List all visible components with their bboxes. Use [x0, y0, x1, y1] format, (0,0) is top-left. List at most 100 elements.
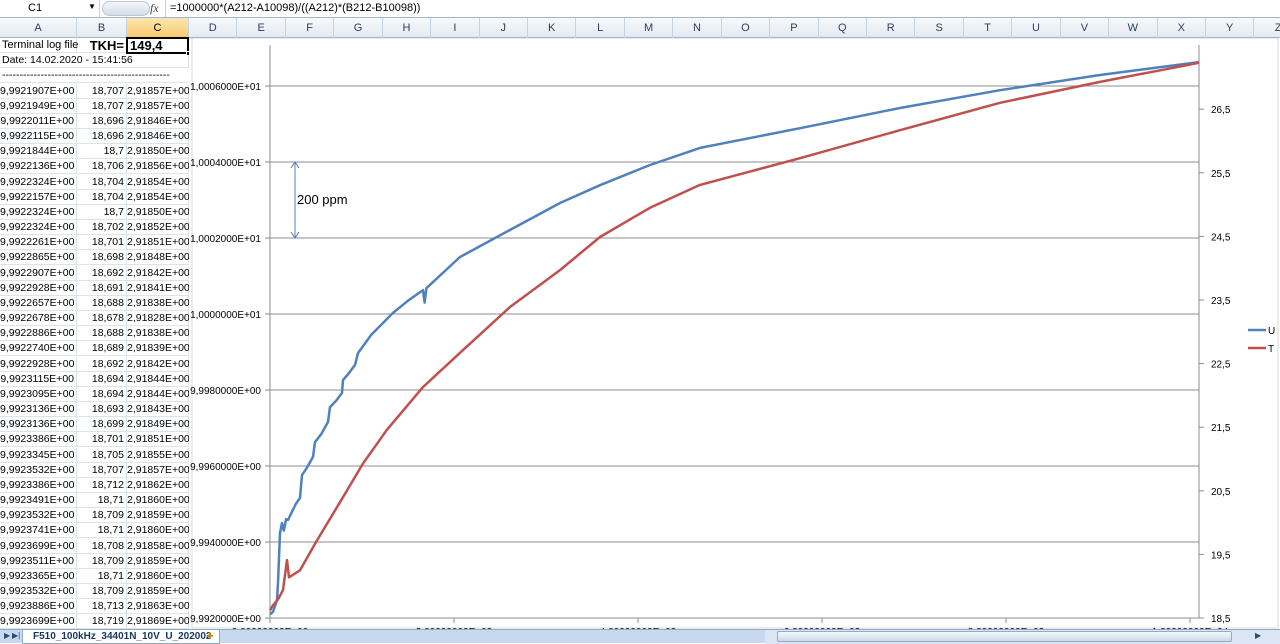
cell-c-value[interactable]: 2,91857E+00 — [127, 98, 190, 114]
cell-u-value[interactable]: 9,9921949E+00 — [0, 98, 77, 114]
column-header-j[interactable]: J — [480, 18, 528, 38]
cell-u-value[interactable]: 9,9923699E+00 — [0, 614, 77, 630]
cell-u-value[interactable]: 9,9922324E+00 — [0, 204, 77, 220]
cell-t-value[interactable]: 18,71 — [77, 523, 127, 539]
cell-c-value[interactable]: 2,91858E+00 — [127, 538, 190, 554]
cell-t-value[interactable]: 18,7 — [77, 204, 127, 220]
cell-u-value[interactable]: 9,9923886E+00 — [0, 599, 77, 615]
cell-c-value[interactable]: 2,91852E+00 — [127, 220, 190, 236]
column-header-c[interactable]: C — [127, 18, 189, 38]
cell-c-value[interactable]: 2,91844E+00 — [127, 371, 190, 387]
cell-u-value[interactable]: 9,9922157E+00 — [0, 189, 77, 205]
cell-c-value[interactable]: 2,91857E+00 — [127, 462, 190, 478]
cell-c-value[interactable]: 2,91859E+00 — [127, 584, 190, 600]
cell-t-value[interactable]: 18,704 — [77, 189, 127, 205]
column-header-y[interactable]: Y — [1206, 18, 1255, 38]
cell-u-value[interactable]: 9,9923136E+00 — [0, 417, 77, 433]
column-header-v[interactable]: V — [1061, 18, 1110, 38]
cell-u-value[interactable]: 9,9923532E+00 — [0, 584, 77, 600]
cell-t-value[interactable]: 18,688 — [77, 295, 127, 311]
cell-c-value[interactable]: 2,91849E+00 — [127, 417, 190, 433]
cell-t-value[interactable]: 18,705 — [77, 447, 127, 463]
cell-u-value[interactable]: 9,9923511E+00 — [0, 553, 77, 569]
cell-t-value[interactable]: 18,688 — [77, 326, 127, 342]
cell-c-value[interactable]: 2,91842E+00 — [127, 265, 190, 281]
column-header-w[interactable]: W — [1109, 18, 1158, 38]
cell-c-value[interactable]: 2,91828E+00 — [127, 311, 190, 327]
name-box[interactable]: C1 ▼ — [0, 0, 100, 17]
cell-c-value[interactable]: 2,91843E+00 — [127, 402, 190, 418]
cell-c-value[interactable]: 2,91839E+00 — [127, 341, 190, 357]
cell-c-value[interactable]: 2,91846E+00 — [127, 113, 190, 129]
cell-u-value[interactable]: 9,9922324E+00 — [0, 220, 77, 236]
cell-t-value[interactable]: 18,701 — [77, 235, 127, 251]
cell-u-value[interactable]: 9,9922907E+00 — [0, 265, 77, 281]
chevron-down-icon[interactable]: ▼ — [88, 2, 96, 11]
column-header-k[interactable]: K — [528, 18, 577, 38]
cell-c-value[interactable]: 2,91850E+00 — [127, 204, 190, 220]
column-header-g[interactable]: G — [334, 18, 383, 38]
cell-t-value[interactable]: 18,702 — [77, 220, 127, 236]
cell-t-value[interactable]: 18,691 — [77, 280, 127, 296]
column-header-n[interactable]: N — [673, 18, 722, 38]
cell-c-value[interactable]: 2,91848E+00 — [127, 250, 190, 266]
cell-t-value[interactable]: 18,698 — [77, 250, 127, 266]
column-header-d[interactable]: D — [189, 18, 238, 38]
cell-u-value[interactable]: 9,9923491E+00 — [0, 493, 77, 509]
chart[interactable]: 9,9920000E+00 9,9940000E+00 9,9960000E+00 9… — [189, 38, 1280, 629]
cell-t-value[interactable]: 18,706 — [77, 159, 127, 175]
column-header-s[interactable]: S — [915, 18, 964, 38]
formula-input[interactable]: =1000000*(A212-A10098)/((A212)*(B212-B10… — [165, 0, 1280, 17]
cell-a2[interactable]: Date: 14.02.2020 - 15:41:56 — [0, 53, 133, 68]
column-header-m[interactable]: M — [625, 18, 674, 38]
cell-c-value[interactable]: 2,91854E+00 — [127, 174, 190, 190]
cell-c-value[interactable]: 2,91855E+00 — [127, 447, 190, 463]
scrollbar-thumb[interactable] — [777, 631, 1232, 642]
cell-u-value[interactable]: 9,9923532E+00 — [0, 508, 77, 524]
cell-t-value[interactable]: 18,708 — [77, 538, 127, 554]
cell-t-value[interactable]: 18,692 — [77, 356, 127, 372]
cell-u-value[interactable]: 9,9921907E+00 — [0, 83, 77, 99]
column-header-z[interactable]: Z — [1254, 18, 1280, 38]
column-header-q[interactable]: Q — [819, 18, 867, 38]
cell-u-value[interactable]: 9,9922324E+00 — [0, 174, 77, 190]
cell-b2[interactable] — [77, 53, 127, 68]
cell-c-value[interactable]: 2,91863E+00 — [127, 599, 190, 615]
insert-sheet-icon[interactable]: ✚ — [206, 631, 222, 643]
cell-a1[interactable]: Terminal log file — [0, 38, 78, 53]
cell-t-value[interactable]: 18,707 — [77, 83, 127, 99]
cell-u-value[interactable]: 9,9922115E+00 — [0, 129, 77, 145]
cell-c-value[interactable]: 2,91869E+00 — [127, 614, 190, 630]
cell-t-value[interactable]: 18,719 — [77, 614, 127, 630]
cell-u-value[interactable]: 9,9922261E+00 — [0, 235, 77, 251]
cell-t-value[interactable]: 18,678 — [77, 311, 127, 327]
cell-u-value[interactable]: 9,9923345E+00 — [0, 447, 77, 463]
cell-b1[interactable]: TKH= — [77, 38, 127, 53]
cell-t-value[interactable]: 18,71 — [77, 568, 127, 584]
active-cell-c1[interactable] — [126, 37, 191, 56]
cell-t-value[interactable]: 18,689 — [77, 341, 127, 357]
cell-t-value[interactable]: 18,693 — [77, 402, 127, 418]
cell-u-value[interactable]: 9,9922928E+00 — [0, 356, 77, 372]
cell-u-value[interactable]: 9,9923095E+00 — [0, 386, 77, 402]
cell-t-value[interactable]: 18,709 — [77, 584, 127, 600]
cell-c-value[interactable]: 2,91862E+00 — [127, 477, 190, 493]
cell-u-value[interactable]: 9,9922136E+00 — [0, 159, 77, 175]
cell-c-value[interactable]: 2,91850E+00 — [127, 144, 190, 160]
cell-c-value[interactable]: 2,91854E+00 — [127, 189, 190, 205]
cell-t-value[interactable]: 18,696 — [77, 129, 127, 145]
cell-u-value[interactable]: 9,9923741E+00 — [0, 523, 77, 539]
column-header-a[interactable]: A — [0, 18, 77, 38]
cell-u-value[interactable]: 9,9923386E+00 — [0, 432, 77, 448]
column-header-h[interactable]: H — [383, 18, 432, 38]
cell-u-value[interactable]: 9,9922865E+00 — [0, 250, 77, 266]
cell-c-value[interactable]: 2,91859E+00 — [127, 508, 190, 524]
cell-t-value[interactable]: 18,71 — [77, 493, 127, 509]
cell-c-value[interactable]: 2,91851E+00 — [127, 432, 190, 448]
cell-t-value[interactable]: 18,696 — [77, 113, 127, 129]
cell-c-value[interactable]: 2,91856E+00 — [127, 159, 190, 175]
cell-a3[interactable]: ----------------------------------------… — [0, 68, 185, 83]
cell-c-value[interactable]: 2,91842E+00 — [127, 356, 190, 372]
column-header-f[interactable]: F — [286, 18, 335, 38]
cell-u-value[interactable]: 9,9923532E+00 — [0, 462, 77, 478]
